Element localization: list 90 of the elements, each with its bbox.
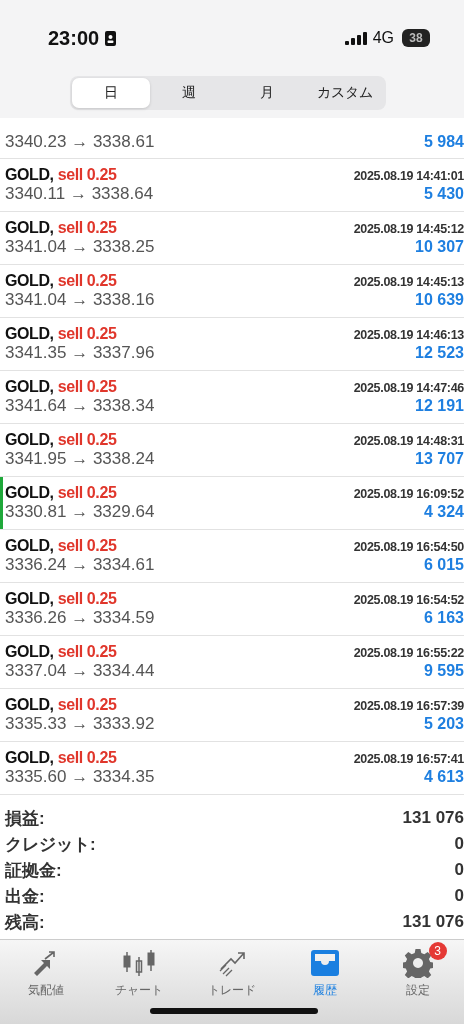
- deal-row[interactable]: GOLD, sell 0.25 2025.08.19 14:45:12 3341.04 → 3338.25 10 307: [0, 212, 464, 265]
- profit-value: 4 613: [423, 768, 464, 786]
- period-tab[interactable]: 月: [228, 78, 306, 108]
- deal-row[interactable]: GOLD, sell 0.25 2025.08.19 14:46:13 3341.35 → 3337.96 12 523: [0, 318, 464, 371]
- summary-label: 残高:: [5, 911, 45, 934]
- summary-value: 0: [454, 834, 464, 854]
- deal-time: 2025.08.19 14:45:12: [353, 222, 464, 236]
- clock-time: 23:00: [48, 26, 100, 50]
- deal-title: GOLD, sell 0.25: [5, 749, 117, 767]
- summary-value: 0: [454, 886, 464, 906]
- deal-time: 2025.08.19 16:57:39: [353, 699, 464, 713]
- price-range: 3341.95 → 3338.24: [5, 449, 155, 469]
- deal-title: GOLD, sell 0.25: [5, 537, 117, 555]
- profit-value: 12 191: [415, 397, 464, 415]
- inbox-tray-icon: [309, 949, 340, 977]
- deal-title: GOLD, sell 0.25: [5, 590, 117, 608]
- deal-time: 2025.08.19 14:45:13: [353, 275, 464, 289]
- deal-row[interactable]: GOLD, sell 0.25 2025.08.19 16:55:22 3337.04 → 3334.44 9 595: [0, 636, 464, 689]
- deal-time: 2025.08.19 14:47:46: [353, 381, 464, 395]
- deal-title: GOLD, sell 0.25: [5, 484, 117, 502]
- deal-row[interactable]: GOLD, sell 0.25 2025.08.19 16:54:52 3336.26 → 3334.59 6 163: [0, 583, 464, 636]
- nav-tab[interactable]: 気配値: [0, 940, 93, 1001]
- profit-value: 6 015: [423, 556, 464, 574]
- summary-value: 131 076: [402, 912, 464, 932]
- deal-title: GOLD, sell 0.25: [5, 325, 117, 343]
- deal-title: GOLD, sell 0.25: [5, 219, 117, 237]
- signal-icon: [344, 31, 367, 45]
- deal-time: 2025.08.19 16:54:50: [353, 540, 464, 554]
- nav-tab[interactable]: トレード: [185, 940, 279, 1001]
- deal-title: GOLD, sell 0.25: [5, 696, 117, 714]
- deal-time: 2025.08.19 16:57:41: [353, 752, 464, 766]
- price-range: 3335.60 → 3334.35: [5, 767, 155, 787]
- summary-label: 損益:: [5, 807, 45, 830]
- profit-value: 9 595: [423, 662, 464, 680]
- deal-title: GOLD, sell 0.25: [5, 166, 117, 184]
- price-range: 3340.11 → 3338.64: [5, 184, 154, 204]
- battery-level: 38: [402, 29, 430, 47]
- price-range: 3330.81 → 3329.64: [5, 502, 155, 522]
- price-range: 3337.04 → 3334.44: [5, 661, 155, 681]
- summary-label: クレジット:: [5, 833, 96, 856]
- price-range: 3340.23 → 3338.61: [5, 132, 155, 152]
- nav-tab[interactable]: チャート: [92, 940, 186, 1001]
- period-tab[interactable]: カスタム: [306, 78, 384, 108]
- deal-time: 2025.08.19 16:54:52: [353, 593, 464, 607]
- profit-value: 13 707: [415, 450, 464, 468]
- profit-value: 12 523: [415, 344, 464, 362]
- deal-title: GOLD, sell 0.25: [5, 272, 117, 290]
- deal-row[interactable]: GOLD, sell 0.25 2025.08.19 14:47:46 3341.64 → 3338.34 12 191: [0, 371, 464, 424]
- profit-value: 5 203: [423, 715, 464, 733]
- deal-row[interactable]: GOLD, sell 0.25 2025.08.19 16:54:50 3336.24 → 3334.61 6 015: [0, 530, 464, 583]
- network-label: 4G: [372, 29, 394, 47]
- summary-value: 131 076: [402, 808, 464, 828]
- person-card-icon: [105, 30, 117, 46]
- candlestick-icon: [123, 949, 156, 977]
- deal-title: GOLD, sell 0.25: [5, 378, 117, 396]
- deal-time: 2025.08.19 14:41:01: [353, 169, 464, 183]
- summary-label: 出金:: [5, 885, 45, 908]
- summary-label: 証拠金:: [5, 859, 62, 882]
- deal-title: GOLD, sell 0.25: [5, 643, 117, 661]
- settings-icon: [402, 948, 433, 978]
- price-range: 3341.04 → 3338.16: [5, 290, 155, 310]
- deal-row[interactable]: GOLD, sell 0.25 2025.08.19 14:41:01 3340.11 → 3338.64 5 430: [0, 159, 464, 212]
- summary-value: 0: [454, 860, 464, 880]
- deal-time: 2025.08.19 16:55:22: [353, 646, 464, 660]
- deal-row[interactable]: GOLD, sell 0.25 2025.08.19 16:09:52 3330.81 → 3329.64 4 324: [0, 477, 464, 530]
- profit-value: 5 984: [423, 133, 464, 151]
- price-range: 3341.64 → 3338.34: [5, 396, 155, 416]
- price-range: 3335.33 → 3333.92: [5, 714, 155, 734]
- trend-arrow-icon: [217, 949, 247, 977]
- deal-time: 2025.08.19 16:09:52: [353, 487, 464, 501]
- deal-title: GOLD, sell 0.25: [5, 431, 117, 449]
- deal-row[interactable]: GOLD, sell 0.25 2025.08.19 16:57:41 3335.60 → 3334.35 4 613: [0, 742, 464, 795]
- deal-row[interactable]: GOLD, sell 0.25 2025.08.19 14:45:13 3341.04 → 3338.16 10 639: [0, 265, 464, 318]
- deal-row[interactable]: GOLD, sell 0.25 2025.08.19 14:48:31 3341.95 → 3338.24 13 707: [0, 424, 464, 477]
- profit-value: 4 324: [423, 503, 464, 521]
- profit-value: 10 639: [415, 291, 464, 309]
- price-range: 3341.35 → 3337.96: [5, 343, 155, 363]
- profit-value: 6 163: [423, 609, 464, 627]
- price-range: 3341.04 → 3338.25: [5, 237, 155, 257]
- price-range: 3336.26 → 3334.59: [5, 608, 155, 628]
- price-range: 3336.24 → 3334.61: [5, 555, 155, 575]
- period-tab[interactable]: 週: [150, 78, 228, 108]
- period-tab[interactable]: 日: [72, 78, 150, 108]
- profit-value: 5 430: [423, 185, 464, 203]
- deal-row[interactable]: GOLD, sell 0.25 2025.08.19 16:57:39 3335.33 → 3333.92 5 203: [0, 689, 464, 742]
- nav-tab[interactable]: 3 設定: [371, 940, 464, 1001]
- profit-value: 10 307: [415, 238, 464, 256]
- notification-badge: 3: [428, 942, 447, 960]
- deal-time: 2025.08.19 14:46:13: [353, 328, 464, 342]
- deal-time: 2025.08.19 14:48:31: [353, 434, 464, 448]
